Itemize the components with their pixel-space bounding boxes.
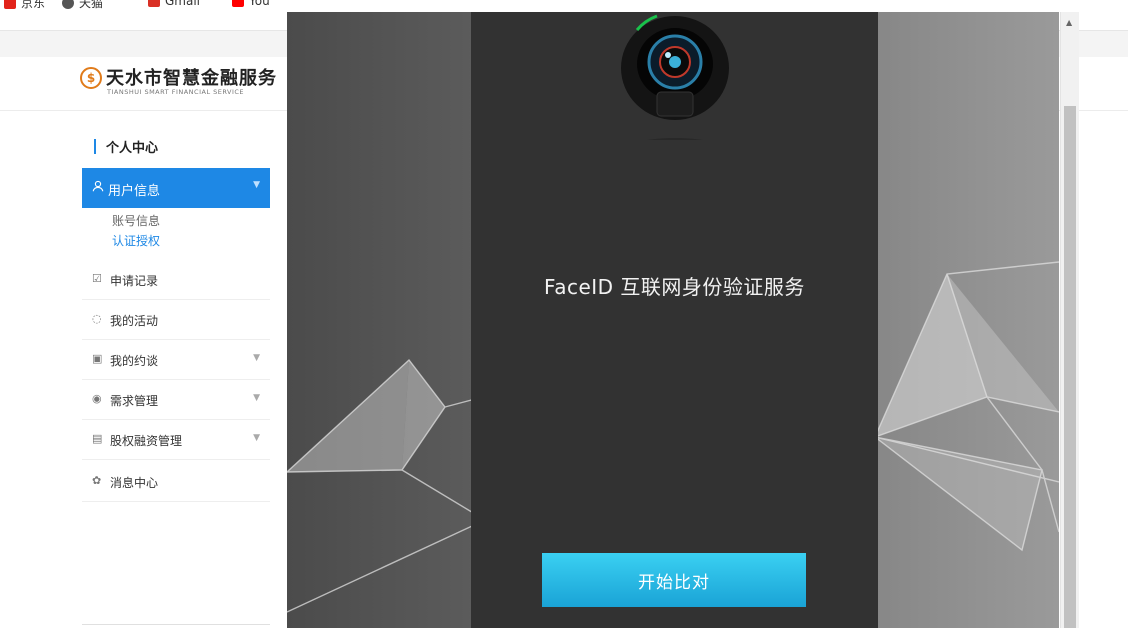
divider bbox=[82, 624, 270, 625]
globe-icon bbox=[62, 0, 74, 9]
sidebar-item-label: 股权融资管理 bbox=[110, 434, 183, 448]
sidebar-subitem-auth[interactable]: 认证授权 bbox=[112, 232, 160, 249]
sidebar-title: 个人中心 bbox=[106, 141, 159, 156]
bookmark-jd[interactable]: 京东 bbox=[4, 0, 45, 11]
sidebar-header-bar bbox=[94, 139, 96, 154]
camera-icon bbox=[621, 14, 729, 140]
sidebar-item-label: 我的活动 bbox=[110, 314, 159, 328]
sidebar-item-appointments[interactable]: ▣ 我的约谈 ▼ bbox=[82, 339, 270, 380]
comment-icon: ◉ bbox=[92, 392, 102, 405]
faceid-modal: FaceID 互联网身份验证服务 开始比对 bbox=[287, 12, 1059, 628]
sidebar-item-label: 用户信息 bbox=[108, 184, 161, 199]
sidebar-item-messages[interactable]: ✿ 消息中心 bbox=[82, 461, 270, 502]
page-scrollbar[interactable]: ▲ bbox=[1060, 12, 1079, 628]
logo-title: 天水市智慧金融服务 bbox=[106, 68, 277, 89]
user-icon bbox=[92, 180, 104, 196]
bookmark-gmail[interactable]: Gmail bbox=[148, 0, 200, 8]
sidebar-item-label: 需求管理 bbox=[110, 394, 159, 408]
document-icon: ▤ bbox=[92, 432, 103, 445]
chevron-down-icon[interactable]: ▼ bbox=[253, 433, 260, 443]
bookmark-label: 京东 bbox=[21, 0, 46, 10]
bookmark-label: 天猫 bbox=[79, 0, 104, 10]
chat-icon: ◌ bbox=[92, 312, 102, 325]
calendar-icon: ▣ bbox=[92, 352, 103, 365]
bookmark-tmall[interactable]: 天猫 bbox=[62, 0, 103, 11]
modal-title: FaceID 互联网身份验证服务 bbox=[544, 275, 805, 299]
bookmark-label: Gmail bbox=[165, 0, 201, 8]
sidebar-item-user-info[interactable]: 用户信息 ▼ bbox=[82, 168, 270, 208]
youtube-icon bbox=[232, 0, 244, 7]
sidebar: 个人中心 用户信息 ▼ 账号信息 认证授权 ☑ 申请记录 ◌ 我的活动 ▣ 我的… bbox=[82, 124, 270, 504]
chevron-down-icon[interactable]: ▼ bbox=[253, 393, 260, 403]
scrollbar-thumb[interactable] bbox=[1064, 106, 1076, 628]
chevron-down-icon[interactable]: ▼ bbox=[253, 180, 260, 190]
sidebar-item-label: 我的约谈 bbox=[110, 354, 159, 368]
sidebar-item-demands[interactable]: ◉ 需求管理 ▼ bbox=[82, 379, 270, 420]
sidebar-item-applications[interactable]: ☑ 申请记录 bbox=[82, 259, 270, 300]
bookmark-label: You bbox=[249, 0, 270, 8]
edit-icon: ☑ bbox=[92, 272, 102, 285]
logo-icon: $ bbox=[80, 67, 102, 89]
settings-icon: ✿ bbox=[92, 474, 102, 487]
jd-icon bbox=[4, 0, 16, 9]
sidebar-item-label: 申请记录 bbox=[110, 274, 159, 288]
sidebar-header: 个人中心 bbox=[82, 124, 270, 169]
start-compare-button[interactable]: 开始比对 bbox=[542, 553, 806, 607]
sidebar-item-label: 消息中心 bbox=[110, 476, 159, 490]
sidebar-subitem-account[interactable]: 账号信息 bbox=[112, 212, 160, 229]
logo-subtitle: TIANSHUI SMART FINANCIAL SERVICE bbox=[107, 88, 245, 96]
scroll-up-icon[interactable]: ▲ bbox=[1066, 18, 1072, 27]
gmail-icon bbox=[148, 0, 160, 7]
sidebar-item-activities[interactable]: ◌ 我的活动 bbox=[82, 299, 270, 340]
chevron-down-icon[interactable]: ▼ bbox=[253, 353, 260, 363]
bookmark-youtube[interactable]: You bbox=[232, 0, 270, 8]
sidebar-item-equity-financing[interactable]: ▤ 股权融资管理 ▼ bbox=[82, 419, 270, 460]
